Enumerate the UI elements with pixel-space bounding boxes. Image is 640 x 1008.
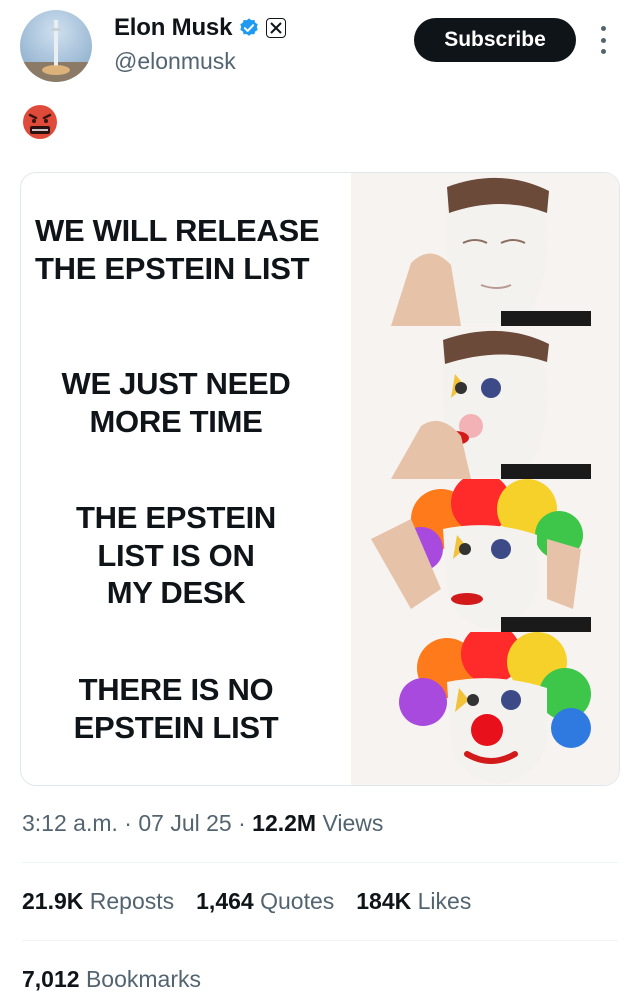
meme-panel: THERE IS NO EPSTEIN LIST [21, 632, 619, 785]
post-header: Elon Musk @elonmusk Subscribe [0, 0, 640, 100]
author-name[interactable]: Elon Musk [114, 14, 232, 42]
meme-caption: THE EPSTEIN LIST IS ON MY DESK [76, 499, 276, 611]
angry-face-with-symbols-emoji [23, 105, 57, 139]
likes-label: Likes [411, 888, 472, 914]
meme-caption: WE JUST NEED MORE TIME [61, 365, 291, 439]
quotes-label: Quotes [253, 888, 335, 914]
meme-photo [351, 632, 619, 785]
author-handle[interactable]: @elonmusk [114, 48, 236, 75]
quotes-count: 1,464 [196, 888, 254, 914]
verified-badge-icon [240, 18, 258, 36]
x-affiliate-icon [266, 18, 287, 38]
meme-photo [351, 326, 619, 479]
views-count: 12.2M [252, 810, 317, 836]
avatar[interactable] [20, 10, 92, 82]
meme-photo [351, 479, 619, 632]
meme-panel: WE JUST NEED MORE TIME [21, 326, 619, 479]
post-time[interactable]: 3:12 a.m. [22, 810, 118, 836]
post-timestamp: 3:12 a.m. · 07 Jul 25 · 12.2M Views [22, 810, 383, 837]
meme-caption: WE WILL RELEASE THE EPSTEIN LIST [35, 212, 320, 286]
likes-count: 184K [356, 888, 412, 914]
separator: · [231, 810, 253, 836]
bookmarks-label: Bookmarks [79, 966, 201, 992]
subscribe-button[interactable]: Subscribe [414, 18, 576, 62]
meme-image[interactable]: WE WILL RELEASE THE EPSTEIN LIST WE JUST… [20, 172, 620, 786]
post-date[interactable]: 07 Jul 25 [138, 810, 231, 836]
divider [22, 862, 618, 863]
engagement-stats: 21.9K Reposts 1,464 Quotes 184K Likes [22, 888, 471, 915]
meme-photo [351, 173, 619, 326]
likes-link[interactable]: 184K Likes [356, 888, 471, 915]
author-name-row: Elon Musk [114, 14, 287, 42]
bookmarks-link[interactable]: 7,012 Bookmarks [22, 966, 201, 993]
views-label: Views [316, 810, 384, 836]
separator: · [117, 810, 139, 836]
reposts-link[interactable]: 21.9K Reposts [22, 888, 174, 915]
reposts-label: Reposts [83, 888, 175, 914]
quotes-link[interactable]: 1,464 Quotes [196, 888, 334, 915]
meme-panel: WE WILL RELEASE THE EPSTEIN LIST [21, 173, 619, 326]
divider [22, 940, 618, 941]
meme-panel: THE EPSTEIN LIST IS ON MY DESK [21, 479, 619, 632]
reposts-count: 21.9K [22, 888, 84, 914]
more-options-icon[interactable] [596, 26, 610, 54]
bookmarks-count: 7,012 [22, 966, 80, 992]
meme-caption: THERE IS NO EPSTEIN LIST [73, 671, 279, 745]
